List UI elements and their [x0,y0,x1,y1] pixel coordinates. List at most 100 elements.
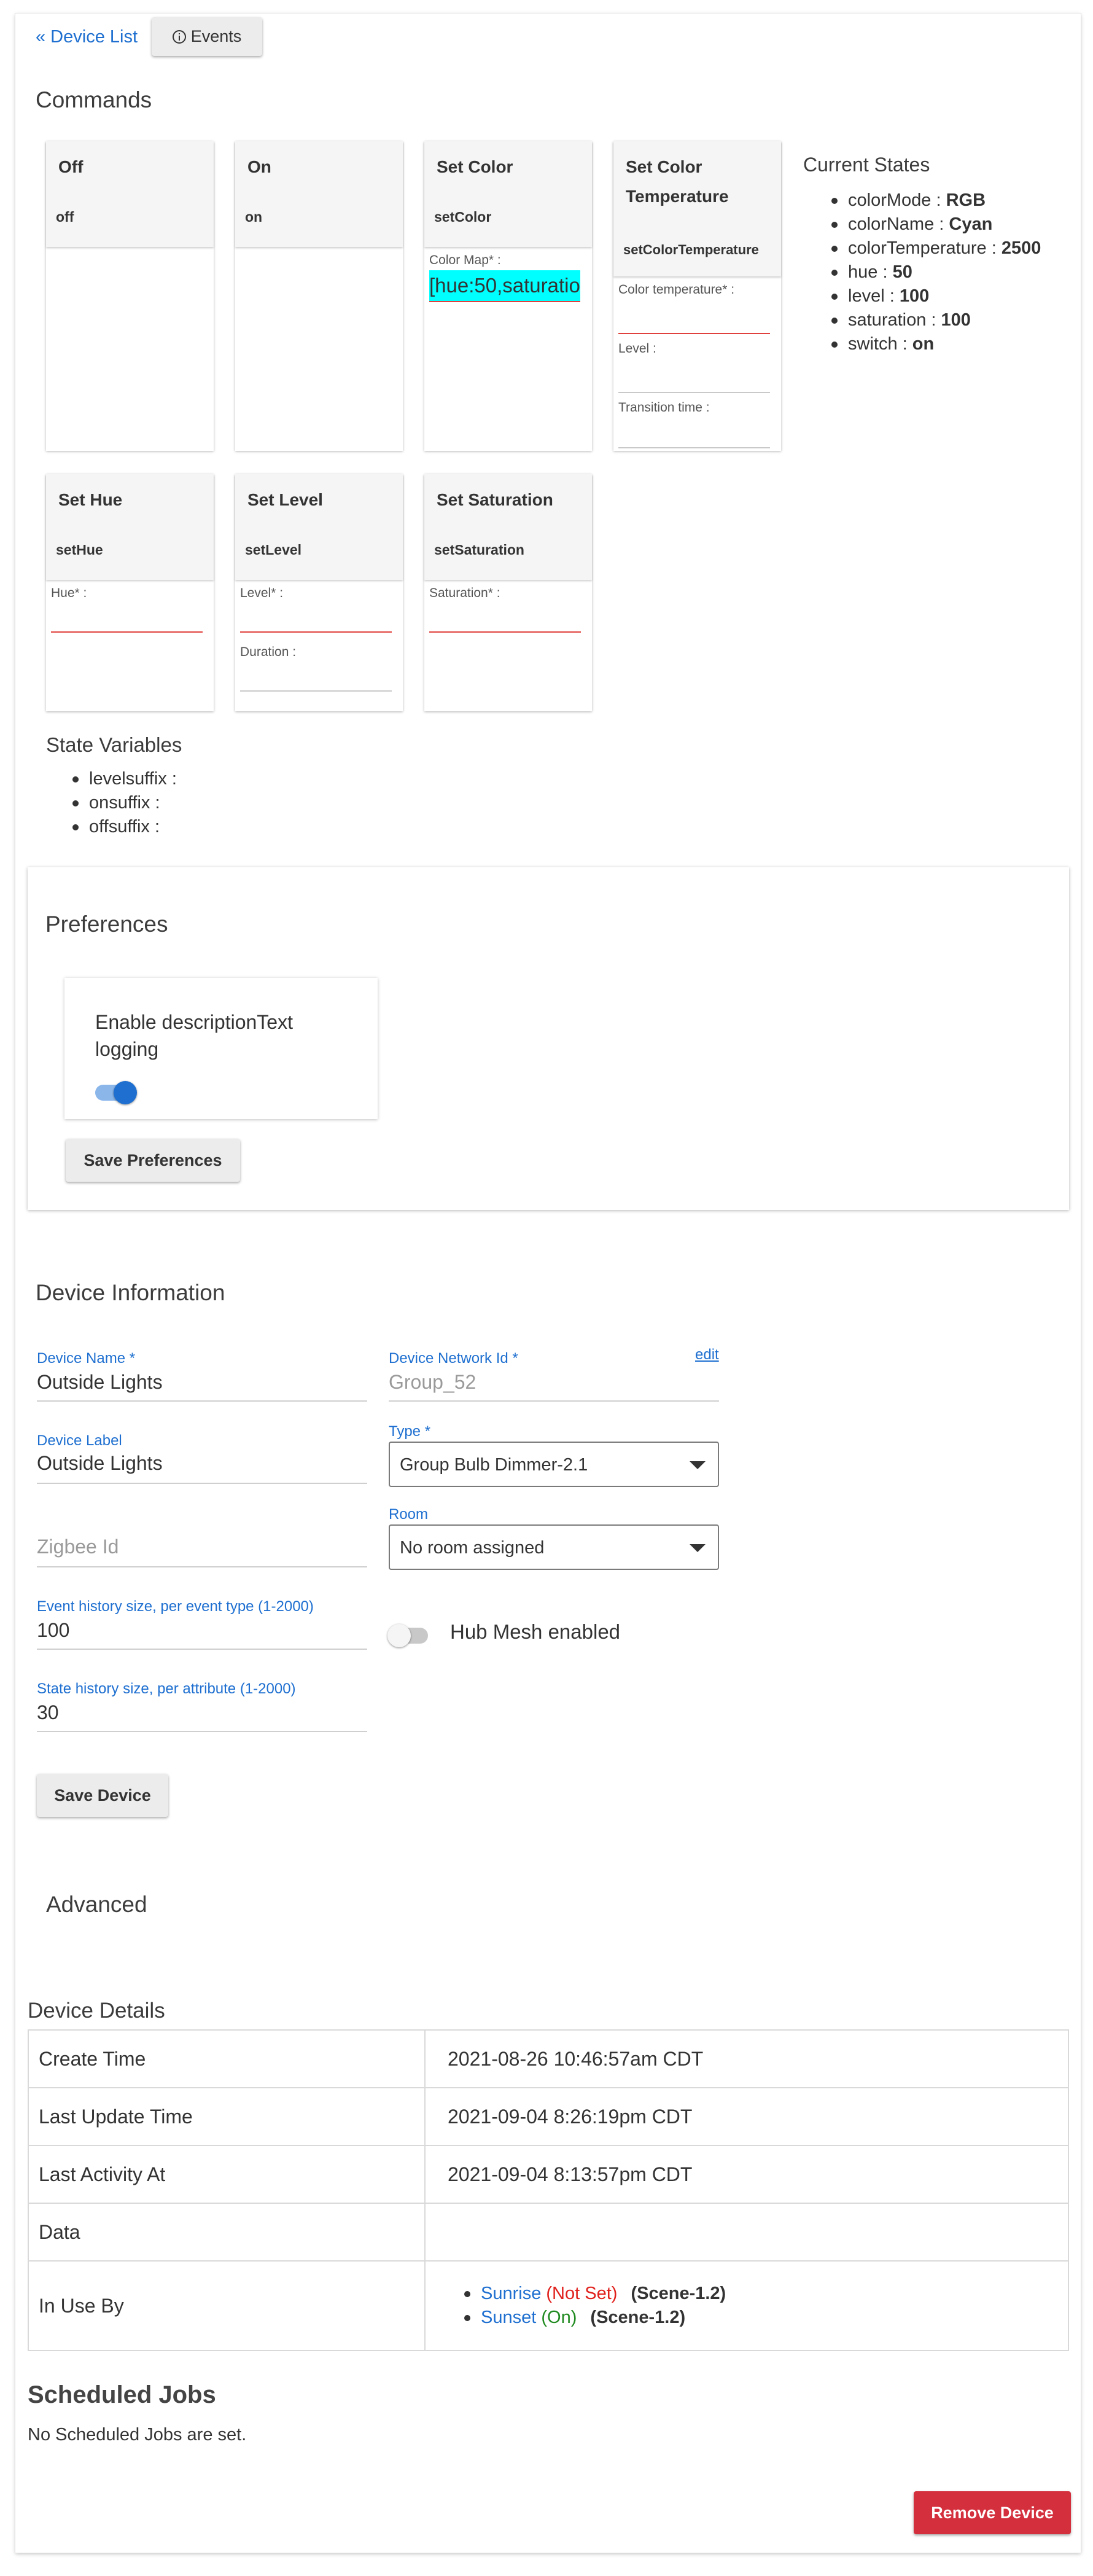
hue-input[interactable] [51,631,203,633]
device-label-underline [37,1483,367,1484]
hue-label: Hue* : [51,586,87,600]
app-type: (Scene-1.2) [631,2284,726,2303]
state-variable-item: onsuffix : [71,791,177,815]
device-info-title: Device Information [36,1280,225,1305]
app-type: (Scene-1.2) [590,2308,686,2327]
saturation-label: Saturation* : [429,586,500,600]
state-history-label: State history size, per attribute (1-200… [37,1680,296,1697]
last-activity-label: Last Activity At [28,2145,426,2204]
device-details-title: Device Details [28,1999,165,2023]
info-circle-icon [172,29,186,44]
in-use-by-label: In Use By [28,2260,426,2351]
state-item: hue : 50 [830,260,1041,284]
edit-network-id-link[interactable]: edit [695,1346,719,1364]
command-card-set-saturation: Set Saturation setSaturation Saturation*… [424,474,592,711]
command-card-off: Off off [46,141,214,451]
command-title: Set Hue [58,490,123,509]
logging-toggle-knob [114,1081,137,1104]
state-variables-title: State Variables [46,733,182,756]
device-list-link[interactable]: « Device List [36,27,138,47]
device-name-input[interactable]: Outside Lights [37,1371,163,1394]
state-variable-item: offsuffix : [71,815,177,839]
level-input[interactable] [618,392,770,393]
state-item: level : 100 [830,284,1041,308]
command-card-header[interactable]: Set Color Temperature setColorTemperatur… [613,141,781,276]
event-history-input[interactable]: 100 [37,1619,69,1642]
data-value [424,2203,1069,2262]
command-card-set-color: Set Color setColor Color Map* : [hue:50,… [424,141,592,451]
command-card-header[interactable]: Set Color setColor [424,141,592,247]
state-item: colorTemperature : 2500 [830,236,1041,260]
table-row: Last Activity At 2021-09-04 8:13:57pm CD… [28,2145,1069,2204]
state-variables-list: levelsuffix : onsuffix : offsuffix : [71,767,177,839]
commands-title: Commands [36,87,152,112]
command-card-set-hue: Set Hue setHue Hue* : [46,474,214,711]
app-status: (On) [541,2308,577,2327]
type-select[interactable]: Group Bulb Dimmer-2.1 [389,1442,719,1487]
state-history-underline [37,1731,367,1732]
preferences-panel: Preferences Enable descriptionText loggi… [28,867,1069,1210]
app-link-sunrise[interactable]: Sunrise [481,2284,541,2303]
device-page: « Device List Events Commands Off off On… [15,14,1081,2553]
command-method: off [56,209,74,225]
duration-input[interactable] [240,690,392,692]
transition-time-input[interactable] [618,447,770,448]
command-method: setSaturation [434,542,524,558]
command-card-header[interactable]: On on [235,141,403,247]
command-card-header[interactable]: Set Saturation setSaturation [424,474,592,580]
current-states-title: Current States [803,154,930,176]
command-method: setColor [434,209,492,225]
state-item: colorName : Cyan [830,213,1041,236]
color-map-input[interactable]: [hue:50,saturation:100,level:100] [429,270,580,302]
state-item: colorMode : RGB [830,189,1041,213]
zigbee-id-input[interactable]: Zigbee Id [37,1536,119,1558]
saturation-input[interactable] [429,631,581,633]
state-history-input[interactable]: 30 [37,1701,59,1724]
events-button[interactable]: Events [152,17,262,56]
command-card-header[interactable]: Off off [46,141,214,247]
network-id-label: Device Network Id * [389,1350,518,1367]
duration-label: Duration : [240,645,297,659]
zigbee-id-underline [37,1566,367,1567]
event-history-label: Event history size, per event type (1-20… [37,1598,314,1615]
table-row: Last Update Time 2021-09-04 8:26:19pm CD… [28,2087,1069,2146]
network-id-underline [389,1400,719,1402]
command-card-set-level: Set Level setLevel Level* : Duration : [235,474,403,711]
advanced-toggle[interactable]: Advanced [46,1892,147,1918]
remove-device-button[interactable]: Remove Device [914,2491,1071,2534]
data-label: Data [28,2203,426,2262]
in-use-by-value: Sunrise (Not Set) (Scene-1.2) Sunset (On… [424,2260,1069,2351]
command-title: Set Saturation [437,490,553,509]
create-time-label: Create Time [28,2029,426,2088]
command-title: On [247,157,271,176]
level-input[interactable] [240,631,392,633]
state-item: switch : on [830,332,1041,356]
table-row: In Use By Sunrise (Not Set) (Scene-1.2) … [28,2260,1069,2351]
command-title: Off [58,157,84,176]
device-name-label: Device Name * [37,1350,136,1367]
command-card-header[interactable]: Set Level setLevel [235,474,403,580]
logging-label: Enable descriptionText logging [95,1011,293,1060]
room-select-value: No room assigned [400,1538,545,1558]
last-update-value: 2021-09-04 8:26:19pm CDT [424,2087,1069,2146]
event-history-underline [37,1649,367,1650]
save-device-button[interactable]: Save Device [37,1774,168,1817]
last-activity-value: 2021-09-04 8:13:57pm CDT [424,2145,1069,2204]
create-time-value: 2021-08-26 10:46:57am CDT [424,2029,1069,2088]
command-card-header[interactable]: Set Hue setHue [46,474,214,580]
device-details-table: Create Time 2021-08-26 10:46:57am CDT La… [28,2029,1069,2351]
scheduled-jobs-title: Scheduled Jobs [28,2381,216,2408]
command-card-on: On on [235,141,403,451]
command-card-set-color-temperature: Set Color Temperature setColorTemperatur… [613,141,781,451]
command-method: setHue [56,542,103,558]
app-status: (Not Set) [546,2284,618,2303]
command-method: setColorTemperature [623,242,759,257]
color-temperature-input[interactable] [618,333,770,334]
state-variable-item: levelsuffix : [71,767,177,791]
room-select[interactable]: No room assigned [389,1524,719,1570]
app-link-sunset[interactable]: Sunset [481,2308,536,2327]
device-label-label: Device Label [37,1432,122,1449]
table-row: Data [28,2203,1069,2262]
device-label-input[interactable]: Outside Lights [37,1452,163,1475]
save-preferences-button[interactable]: Save Preferences [66,1139,240,1182]
